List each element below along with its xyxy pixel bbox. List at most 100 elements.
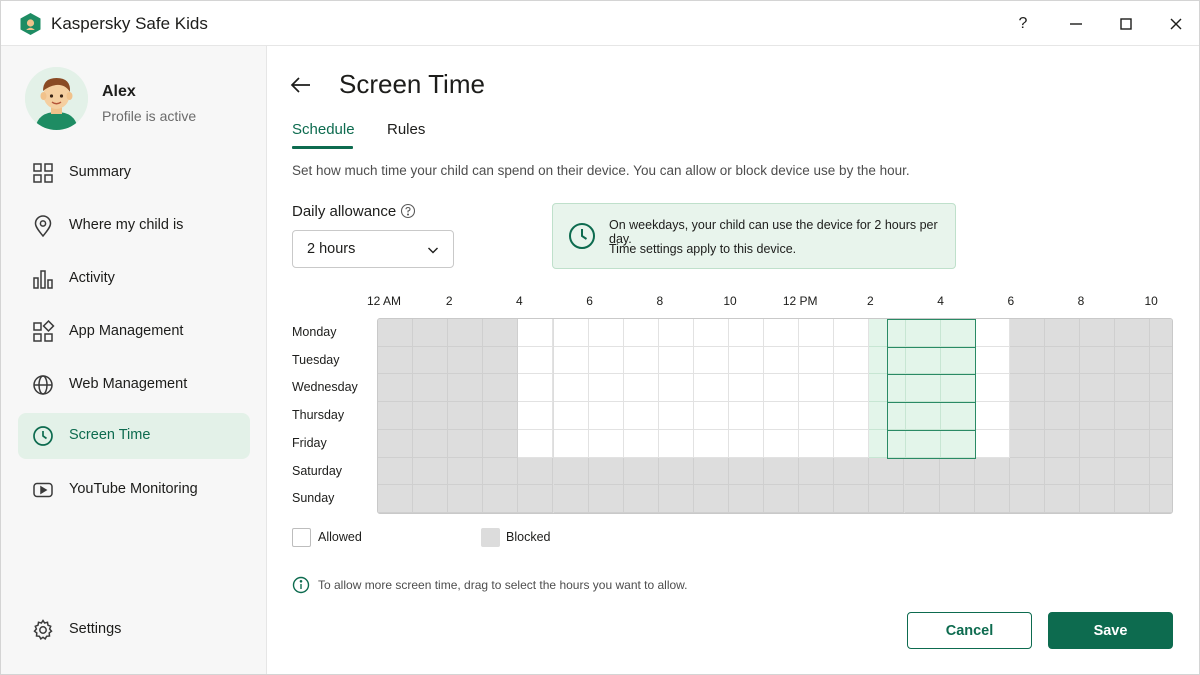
schedule-cell[interactable] — [1150, 485, 1172, 513]
schedule-cell[interactable] — [448, 346, 484, 375]
schedule-cell[interactable] — [1044, 346, 1080, 375]
schedule-cell[interactable] — [1080, 402, 1116, 430]
cancel-button[interactable]: Cancel — [907, 612, 1032, 649]
schedule-cell[interactable] — [588, 402, 624, 430]
close-button[interactable] — [1161, 9, 1191, 39]
schedule-cell[interactable] — [1009, 457, 1045, 486]
schedule-cell[interactable] — [729, 457, 765, 486]
schedule-cell[interactable] — [623, 429, 659, 458]
schedule-cell[interactable] — [623, 346, 659, 375]
schedule-cell[interactable] — [939, 457, 975, 486]
schedule-cell[interactable] — [588, 346, 624, 375]
schedule-selected-block[interactable] — [886, 374, 975, 403]
schedule-selected-block[interactable] — [886, 346, 975, 375]
sidebar-item-app-management[interactable]: App Management — [18, 309, 250, 355]
schedule-cell[interactable] — [518, 485, 554, 513]
schedule-cell[interactable] — [553, 319, 589, 347]
schedule-cell[interactable] — [1009, 319, 1045, 347]
schedule-cell[interactable] — [974, 346, 1010, 375]
schedule-cell[interactable] — [518, 429, 554, 458]
schedule-cell[interactable] — [764, 402, 800, 430]
schedule-cell[interactable] — [693, 457, 729, 486]
schedule-cell[interactable] — [413, 429, 449, 458]
schedule-cell[interactable] — [904, 457, 940, 486]
schedule-cell[interactable] — [1080, 457, 1116, 486]
schedule-cell[interactable] — [413, 402, 449, 430]
schedule-cell[interactable] — [799, 457, 835, 486]
schedule-cell[interactable] — [1044, 485, 1080, 513]
schedule-cell[interactable] — [869, 457, 905, 486]
schedule-cell[interactable] — [1009, 346, 1045, 375]
schedule-cell[interactable] — [693, 374, 729, 403]
schedule-cell[interactable] — [413, 319, 449, 347]
schedule-cell[interactable] — [799, 485, 835, 513]
schedule-cell[interactable] — [448, 402, 484, 430]
schedule-cell[interactable] — [623, 457, 659, 486]
schedule-cell[interactable] — [1009, 374, 1045, 403]
schedule-cell[interactable] — [974, 402, 1010, 430]
schedule-cell[interactable] — [518, 457, 554, 486]
minimize-button[interactable] — [1061, 9, 1091, 39]
question-circle-icon[interactable] — [400, 203, 416, 219]
schedule-cell[interactable] — [974, 374, 1010, 403]
schedule-cell[interactable] — [483, 429, 519, 458]
schedule-cell[interactable] — [764, 485, 800, 513]
schedule-cell[interactable] — [974, 485, 1010, 513]
schedule-cell[interactable] — [448, 429, 484, 458]
sidebar-item-youtube-monitoring[interactable]: YouTube Monitoring — [18, 467, 250, 513]
schedule-cell[interactable] — [413, 346, 449, 375]
schedule-cell[interactable] — [1009, 485, 1045, 513]
schedule-cell[interactable] — [378, 346, 414, 375]
schedule-cell[interactable] — [1150, 374, 1172, 403]
schedule-cell[interactable] — [483, 374, 519, 403]
schedule-cell[interactable] — [764, 374, 800, 403]
schedule-cell[interactable] — [729, 319, 765, 347]
schedule-cell[interactable] — [834, 346, 870, 375]
schedule-cell[interactable] — [448, 319, 484, 347]
schedule-cell[interactable] — [974, 457, 1010, 486]
schedule-cell[interactable] — [1044, 374, 1080, 403]
schedule-cell[interactable] — [1080, 485, 1116, 513]
schedule-cell[interactable] — [1115, 485, 1151, 513]
schedule-cell[interactable] — [1080, 346, 1116, 375]
schedule-selected-block[interactable] — [886, 319, 975, 347]
schedule-cell[interactable] — [729, 429, 765, 458]
schedule-cell[interactable] — [518, 346, 554, 375]
schedule-cell[interactable] — [378, 374, 414, 403]
schedule-cell[interactable] — [1044, 457, 1080, 486]
schedule-cell[interactable] — [658, 346, 694, 375]
schedule-cell[interactable] — [483, 319, 519, 347]
schedule-cell[interactable] — [764, 346, 800, 375]
schedule-cell[interactable] — [729, 346, 765, 375]
schedule-cell[interactable] — [483, 346, 519, 375]
schedule-cell[interactable] — [588, 374, 624, 403]
schedule-cell[interactable] — [1115, 346, 1151, 375]
schedule-cell[interactable] — [588, 457, 624, 486]
schedule-cell[interactable] — [974, 319, 1010, 347]
schedule-selected-block[interactable] — [886, 402, 975, 430]
schedule-cell[interactable] — [693, 429, 729, 458]
schedule-cell[interactable] — [588, 485, 624, 513]
schedule-cell[interactable] — [658, 429, 694, 458]
schedule-cell[interactable] — [799, 319, 835, 347]
schedule-cell[interactable] — [518, 374, 554, 403]
schedule-cell[interactable] — [834, 402, 870, 430]
schedule-cell[interactable] — [413, 457, 449, 486]
save-button[interactable]: Save — [1048, 612, 1173, 649]
schedule-cell[interactable] — [1115, 457, 1151, 486]
schedule-cell[interactable] — [588, 429, 624, 458]
schedule-cell[interactable] — [1044, 319, 1080, 347]
schedule-cell[interactable] — [1150, 457, 1172, 486]
daily-allowance-select[interactable]: 2 hours — [292, 230, 454, 268]
schedule-cell[interactable] — [693, 346, 729, 375]
schedule-cell[interactable] — [1150, 346, 1172, 375]
schedule-cell[interactable] — [448, 485, 484, 513]
schedule-cell[interactable] — [799, 402, 835, 430]
schedule-cell[interactable] — [693, 402, 729, 430]
schedule-cell[interactable] — [483, 485, 519, 513]
schedule-cell[interactable] — [413, 485, 449, 513]
schedule-cell[interactable] — [1009, 429, 1045, 458]
sidebar-item-screen-time[interactable]: Screen Time — [18, 413, 250, 459]
schedule-selected-block[interactable] — [886, 429, 975, 458]
help-button[interactable]: ? — [1008, 9, 1038, 39]
